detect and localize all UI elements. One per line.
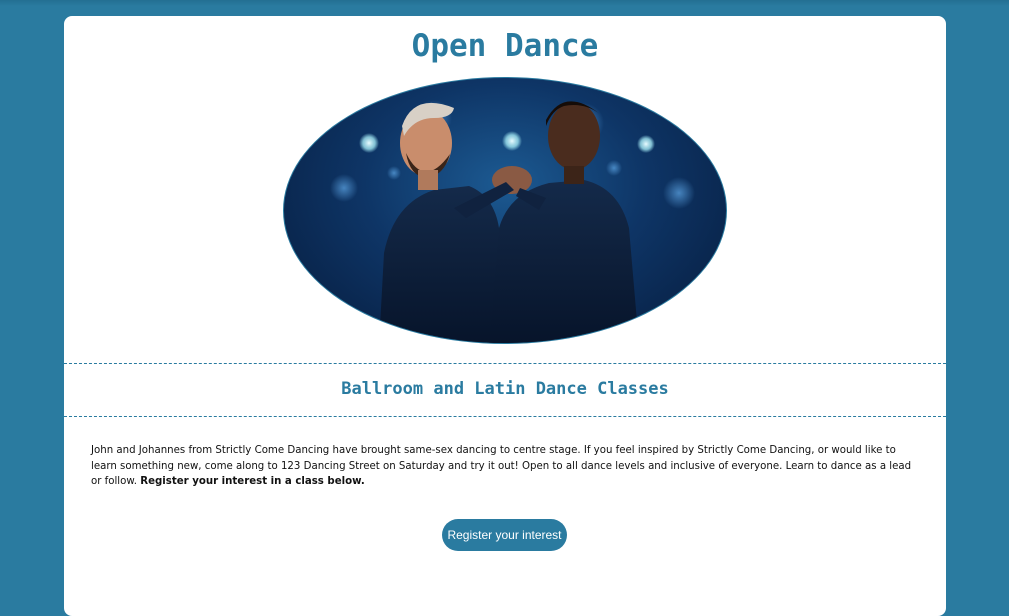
description: John and Johannes from Strictly Come Dan… [91,443,921,490]
description-emphasis: Register your interest in a class below. [140,476,365,487]
divider-bottom [64,416,946,417]
page-title: Open Dance [411,28,599,64]
content-card: Open Dance Ballroom and Latin Dance Clas… [64,16,946,616]
top-shade [0,0,1009,6]
register-interest-button[interactable]: Register your interest [442,519,567,551]
divider-top [64,363,946,364]
section-title: Ballroom and Latin Dance Classes [341,379,669,399]
hero-image [283,77,727,344]
dancers-photo [330,100,695,343]
